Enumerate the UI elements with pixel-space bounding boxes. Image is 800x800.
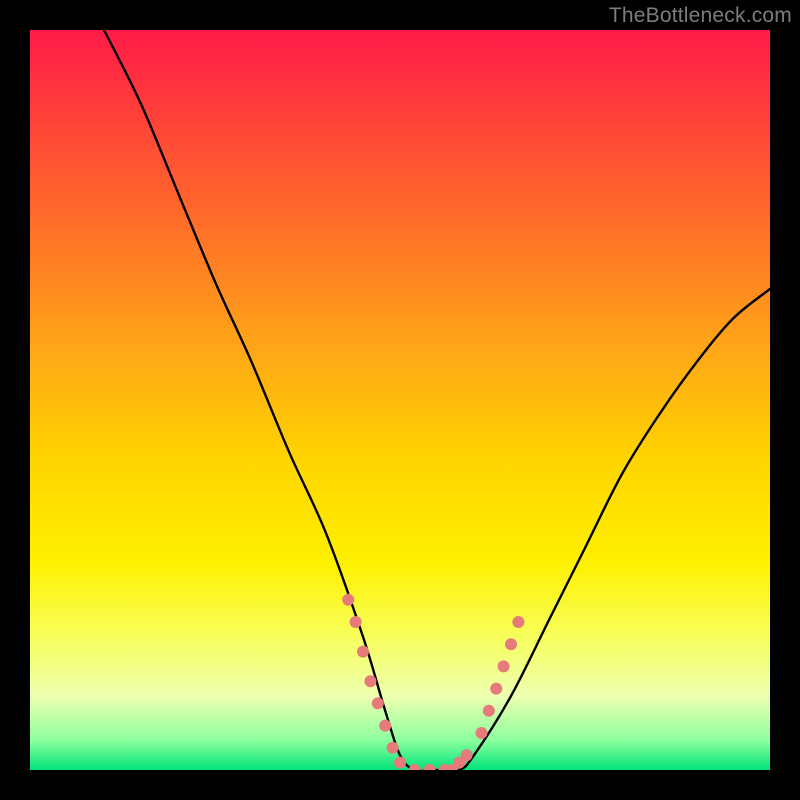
marker-point bbox=[490, 683, 502, 695]
marker-point bbox=[379, 720, 391, 732]
marker-point bbox=[424, 764, 436, 770]
marker-point bbox=[364, 675, 376, 687]
marker-point bbox=[394, 757, 406, 769]
watermark-text: TheBottleneck.com bbox=[609, 4, 792, 28]
marker-point bbox=[350, 616, 362, 628]
marker-point bbox=[483, 705, 495, 717]
marker-point bbox=[409, 764, 421, 770]
curve-svg bbox=[30, 30, 770, 770]
marker-point bbox=[387, 742, 399, 754]
marker-point bbox=[357, 646, 369, 658]
marker-point bbox=[505, 638, 517, 650]
marker-point bbox=[475, 727, 487, 739]
marker-point bbox=[342, 594, 354, 606]
marker-point bbox=[512, 616, 524, 628]
chart-frame: TheBottleneck.com bbox=[0, 0, 800, 800]
marker-group bbox=[342, 594, 524, 770]
marker-point bbox=[498, 660, 510, 672]
bottleneck-curve bbox=[104, 30, 770, 770]
marker-point bbox=[461, 749, 473, 761]
plot-area bbox=[30, 30, 770, 770]
marker-point bbox=[372, 697, 384, 709]
